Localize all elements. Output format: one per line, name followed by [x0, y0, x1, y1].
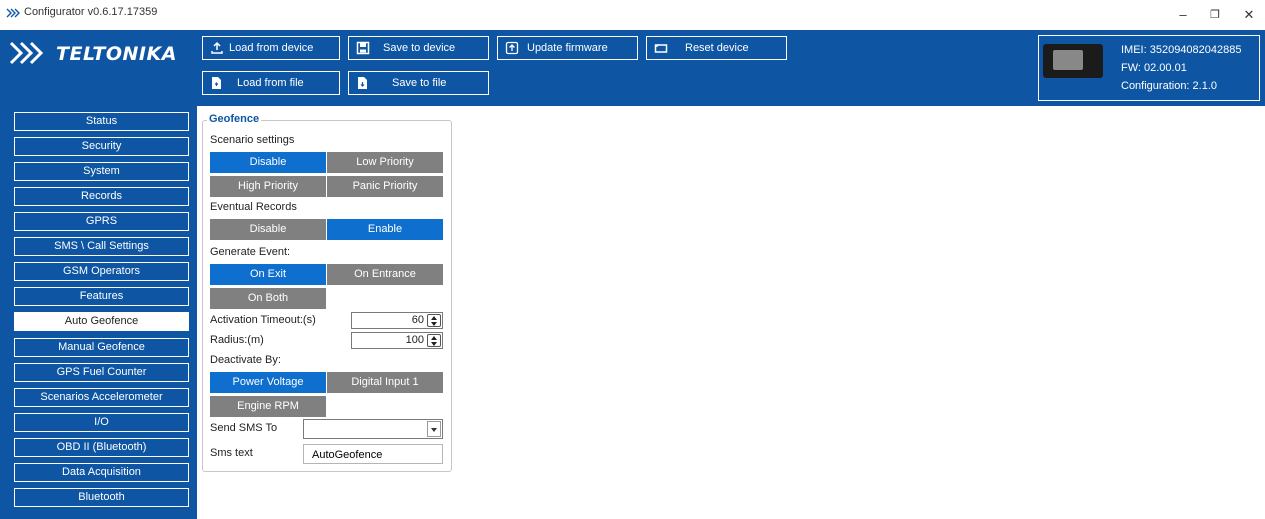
eventual-enable-button[interactable]: Enable — [327, 219, 443, 240]
activation-timeout-label: Activation Timeout:(s) — [210, 314, 316, 326]
sidebar-item-security[interactable]: Security — [14, 137, 189, 156]
title-bar: Configurator v0.6.17.17359 – ❐ ✕ — [0, 0, 1265, 30]
logo-mark-icon — [9, 41, 44, 65]
load-from-file-label: Load from file — [237, 77, 304, 89]
eventual-records-label: Eventual Records — [210, 201, 297, 213]
firmware-icon — [505, 41, 519, 55]
sidebar-item-io[interactable]: I/O — [14, 413, 189, 432]
sms-text-input[interactable] — [303, 444, 443, 464]
close-button[interactable]: ✕ — [1234, 6, 1264, 24]
radius-label: Radius:(m) — [210, 334, 264, 346]
sidebar-item-data-acquisition[interactable]: Data Acquisition — [14, 463, 189, 482]
sidebar-item-sms-call-settings[interactable]: SMS \ Call Settings — [14, 237, 189, 256]
device-firmware: FW: 02.00.01 — [1121, 62, 1187, 74]
load-from-device-label: Load from device — [229, 42, 314, 54]
load-from-device-button[interactable]: Load from device — [202, 36, 340, 60]
send-sms-to-select[interactable] — [303, 419, 443, 439]
sidebar-item-manual-geofence[interactable]: Manual Geofence — [14, 338, 189, 357]
reset-device-button[interactable]: Reset device — [646, 36, 787, 60]
minimize-button[interactable]: – — [1168, 6, 1198, 24]
save-icon — [356, 41, 370, 55]
activation-timeout-stepper[interactable]: 60 — [351, 312, 443, 329]
sidebar-item-records[interactable]: Records — [14, 187, 189, 206]
device-imei: IMEI: 352094082042885 — [1121, 44, 1242, 56]
sidebar-item-obd-bluetooth[interactable]: OBD II (Bluetooth) — [14, 438, 189, 457]
sidebar-item-gps-fuel-counter[interactable]: GPS Fuel Counter — [14, 363, 189, 382]
load-from-file-button[interactable]: Load from file — [202, 71, 340, 95]
sidebar-item-bluetooth[interactable]: Bluetooth — [14, 488, 189, 507]
generate-on-entrance-button[interactable]: On Entrance — [327, 264, 443, 285]
eventual-disable-button[interactable]: Disable — [210, 219, 326, 240]
sidebar-item-scenarios-accelerometer[interactable]: Scenarios Accelerometer — [14, 388, 189, 407]
device-configuration: Configuration: 2.1.0 — [1121, 80, 1218, 92]
update-firmware-button[interactable]: Update firmware — [497, 36, 638, 60]
save-to-device-label: Save to device — [383, 42, 456, 54]
generate-on-both-button[interactable]: On Both — [210, 288, 326, 309]
reset-device-label: Reset device — [685, 42, 749, 54]
radius-stepper[interactable]: 100 — [351, 332, 443, 349]
deactivate-power-voltage-button[interactable]: Power Voltage — [210, 372, 326, 393]
device-image — [1043, 44, 1103, 78]
activation-timeout-value: 60 — [411, 314, 424, 326]
scenario-disable-button[interactable]: Disable — [210, 152, 326, 173]
file-load-icon — [212, 77, 221, 89]
save-to-file-label: Save to file — [392, 77, 447, 89]
generate-on-exit-button[interactable]: On Exit — [210, 264, 326, 285]
device-info-panel: IMEI: 352094082042885 FW: 02.00.01 Confi… — [1038, 35, 1260, 101]
sms-text-label: Sms text — [210, 447, 253, 459]
upload-icon — [211, 41, 223, 54]
send-sms-to-label: Send SMS To — [210, 422, 278, 434]
teltonika-logo: TELTONIKA — [8, 33, 198, 73]
deactivate-engine-rpm-button[interactable]: Engine RPM — [210, 396, 326, 417]
window-title: Configurator v0.6.17.17359 — [24, 6, 158, 18]
file-save-icon — [358, 77, 367, 89]
scenario-settings-label: Scenario settings — [210, 134, 295, 146]
save-to-file-button[interactable]: Save to file — [348, 71, 489, 95]
sidebar-item-gprs[interactable]: GPRS — [14, 212, 189, 231]
sidebar-item-system[interactable]: System — [14, 162, 189, 181]
scenario-panic-priority-button[interactable]: Panic Priority — [327, 176, 443, 197]
app-icon — [6, 8, 20, 18]
save-to-device-button[interactable]: Save to device — [348, 36, 489, 60]
scenario-low-priority-button[interactable]: Low Priority — [327, 152, 443, 173]
deactivate-by-label: Deactivate By: — [210, 354, 281, 366]
sidebar-item-gsm-operators[interactable]: GSM Operators — [14, 262, 189, 281]
radius-value: 100 — [405, 334, 424, 346]
sidebar-item-auto-geofence[interactable]: Auto Geofence — [14, 312, 189, 331]
geofence-panel-title: Geofence — [207, 113, 262, 125]
generate-event-label: Generate Event: — [210, 246, 291, 258]
spinner-arrows-icon[interactable] — [427, 334, 441, 347]
spinner-arrows-icon[interactable] — [427, 314, 441, 327]
logo-text: TELTONIKA — [56, 43, 177, 65]
sidebar-item-features[interactable]: Features — [14, 287, 189, 306]
deactivate-digital-input-button[interactable]: Digital Input 1 — [327, 372, 443, 393]
reset-icon — [654, 44, 668, 53]
restore-button[interactable]: ❐ — [1200, 6, 1230, 24]
update-firmware-label: Update firmware — [527, 42, 608, 54]
scenario-high-priority-button[interactable]: High Priority — [210, 176, 326, 197]
chevron-down-icon[interactable] — [427, 421, 441, 437]
sidebar-item-status[interactable]: Status — [14, 112, 189, 131]
